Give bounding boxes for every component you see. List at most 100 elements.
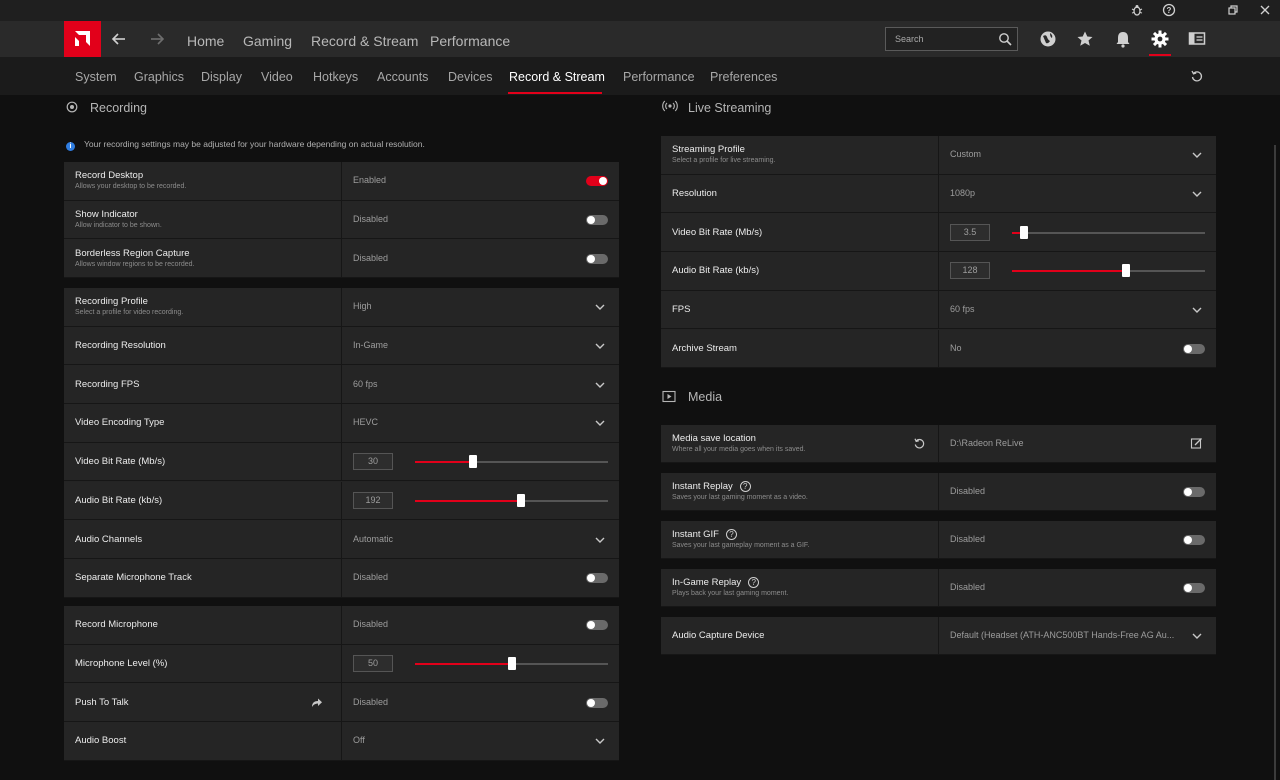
toggle-knob (1184, 536, 1192, 544)
value-slider[interactable] (1012, 225, 1205, 239)
setting-row-audio-channels[interactable]: Audio Channels Automatic (64, 520, 619, 559)
search-input[interactable] (886, 28, 994, 50)
tab-devices[interactable]: Devices (448, 70, 492, 84)
nav-record-stream[interactable]: Record & Stream (311, 33, 418, 49)
toggle-switch[interactable] (586, 176, 608, 187)
chevron-down-icon[interactable] (594, 534, 606, 546)
tab-record-stream[interactable]: Record & Stream (509, 70, 605, 84)
value-slider[interactable] (415, 493, 608, 507)
search-icon[interactable] (998, 32, 1012, 46)
tab-system[interactable]: System (75, 70, 117, 84)
setting-label: Recording FPS (75, 378, 140, 390)
value-input[interactable]: 50 (353, 655, 393, 673)
tab-video[interactable]: Video (261, 70, 293, 84)
chevron-down-icon[interactable] (594, 417, 606, 429)
help-icon[interactable]: ? (1161, 2, 1177, 18)
gear-icon[interactable] (1150, 29, 1170, 49)
help-circle-icon[interactable]: ? (726, 529, 737, 540)
setting-value: Disabled (950, 534, 986, 544)
setting-row-streaming-profile[interactable]: Streaming Profile Select a profile for li… (661, 136, 1216, 175)
toggle-knob (599, 177, 607, 186)
setting-row-recording-resolution[interactable]: Recording Resolution In-Game (64, 326, 619, 366)
setting-label-cell: Push To Talk (64, 683, 342, 722)
slider-thumb[interactable] (517, 493, 526, 507)
chevron-down-icon[interactable] (594, 340, 606, 352)
nav-performance[interactable]: Performance (430, 33, 510, 49)
toggle-switch[interactable] (1183, 487, 1205, 497)
chevron-down-icon[interactable] (594, 735, 606, 747)
tab-accounts[interactable]: Accounts (377, 70, 428, 84)
value-input[interactable]: 192 (353, 491, 393, 509)
value-slider[interactable] (415, 455, 608, 469)
svg-text:?: ? (1167, 6, 1172, 15)
setting-row-fps[interactable]: FPS 60 fps (661, 290, 1216, 330)
bell-icon[interactable] (1113, 29, 1133, 49)
reset-location-icon[interactable] (913, 437, 926, 450)
nav-home[interactable]: Home (187, 33, 224, 49)
value-slider[interactable] (1012, 264, 1205, 278)
reset-icon[interactable] (1190, 69, 1204, 83)
forward-arrow-icon[interactable] (149, 31, 165, 47)
setting-value: D:\Radeon ReLive (950, 438, 1024, 448)
toggle-switch[interactable] (586, 215, 608, 226)
tab-display[interactable]: Display (201, 70, 242, 84)
tab-preferences[interactable]: Preferences (710, 70, 777, 84)
toggle-switch[interactable] (1183, 583, 1205, 593)
setting-description: Allows window regions to be recorded. (75, 260, 195, 268)
edit-folder-icon[interactable] (1190, 437, 1203, 450)
chevron-down-icon[interactable] (1191, 149, 1203, 161)
setting-label: Audio Bit Rate (kb/s) (672, 265, 760, 277)
star-icon[interactable] (1075, 29, 1095, 49)
sidebar-panel-icon[interactable] (1187, 29, 1207, 49)
bug-icon[interactable] (1129, 2, 1145, 18)
setting-row-recording-profile[interactable]: Recording Profile Select a profile for vi… (64, 288, 619, 327)
chevron-down-icon[interactable] (1191, 188, 1203, 200)
toggle-knob (587, 574, 595, 583)
tab-performance[interactable]: Performance (623, 70, 695, 84)
value-slider[interactable] (415, 657, 608, 671)
help-circle-icon[interactable]: ? (748, 577, 760, 588)
slider-thumb[interactable] (1121, 264, 1130, 278)
chevron-down-icon[interactable] (594, 301, 606, 313)
setting-row-video-encoding-type[interactable]: Video Encoding Type HEVC (64, 404, 619, 443)
restore-icon[interactable] (1225, 2, 1241, 18)
scrollbar[interactable] (1274, 145, 1276, 780)
close-icon[interactable] (1257, 2, 1273, 18)
media-card-in-game-replay: In-Game Replay? Plays back your last gami… (661, 569, 1216, 607)
setting-row-audio-boost[interactable]: Audio Boost Off (64, 722, 619, 761)
value-input[interactable]: 30 (353, 453, 393, 471)
setting-row-microphone-level: Microphone Level (%) 50 (64, 644, 619, 684)
value-input[interactable]: 128 (950, 262, 990, 280)
media-section-title: Media (688, 390, 723, 404)
tab-graphics[interactable]: Graphics (134, 70, 184, 84)
tab-hotkeys[interactable]: Hotkeys (313, 70, 358, 84)
toggle-switch[interactable] (586, 620, 608, 631)
slider-thumb[interactable] (468, 455, 477, 469)
amd-logo[interactable] (64, 21, 101, 57)
toggle-switch[interactable] (586, 253, 608, 264)
setting-label-cell: Recording Profile Select a profile for vi… (64, 288, 342, 326)
back-arrow-icon[interactable] (111, 31, 127, 47)
slider-thumb[interactable] (1019, 225, 1028, 239)
setting-value: Disabled (353, 252, 389, 263)
globe-icon[interactable] (1038, 29, 1058, 49)
nav-gaming[interactable]: Gaming (243, 33, 292, 49)
share-arrow-icon[interactable] (310, 696, 323, 709)
setting-row-resolution[interactable]: Resolution 1080p (661, 174, 1216, 214)
slider-thumb[interactable] (507, 657, 516, 671)
chevron-down-icon[interactable] (594, 379, 606, 391)
toggle-switch[interactable] (1183, 535, 1205, 545)
setting-row-recording-fps[interactable]: Recording FPS 60 fps (64, 365, 619, 405)
toggle-switch[interactable] (1183, 343, 1205, 354)
help-circle-icon[interactable]: ? (739, 481, 751, 492)
toggle-switch[interactable] (586, 573, 608, 584)
toggle-knob (587, 621, 595, 630)
setting-label-cell: FPS (661, 290, 939, 329)
setting-description: Saves your last gameplay moment as a GIF… (672, 542, 810, 549)
value-input[interactable]: 3.5 (950, 223, 990, 241)
setting-row-media-save-location: Media save location Where all your media … (661, 425, 1216, 463)
toggle-switch[interactable] (586, 697, 608, 708)
chevron-down-icon[interactable] (1191, 630, 1203, 642)
chevron-down-icon[interactable] (1191, 304, 1203, 316)
setting-row-audio-capture-device[interactable]: Audio Capture Device Default (Headset (AT… (661, 617, 1216, 655)
